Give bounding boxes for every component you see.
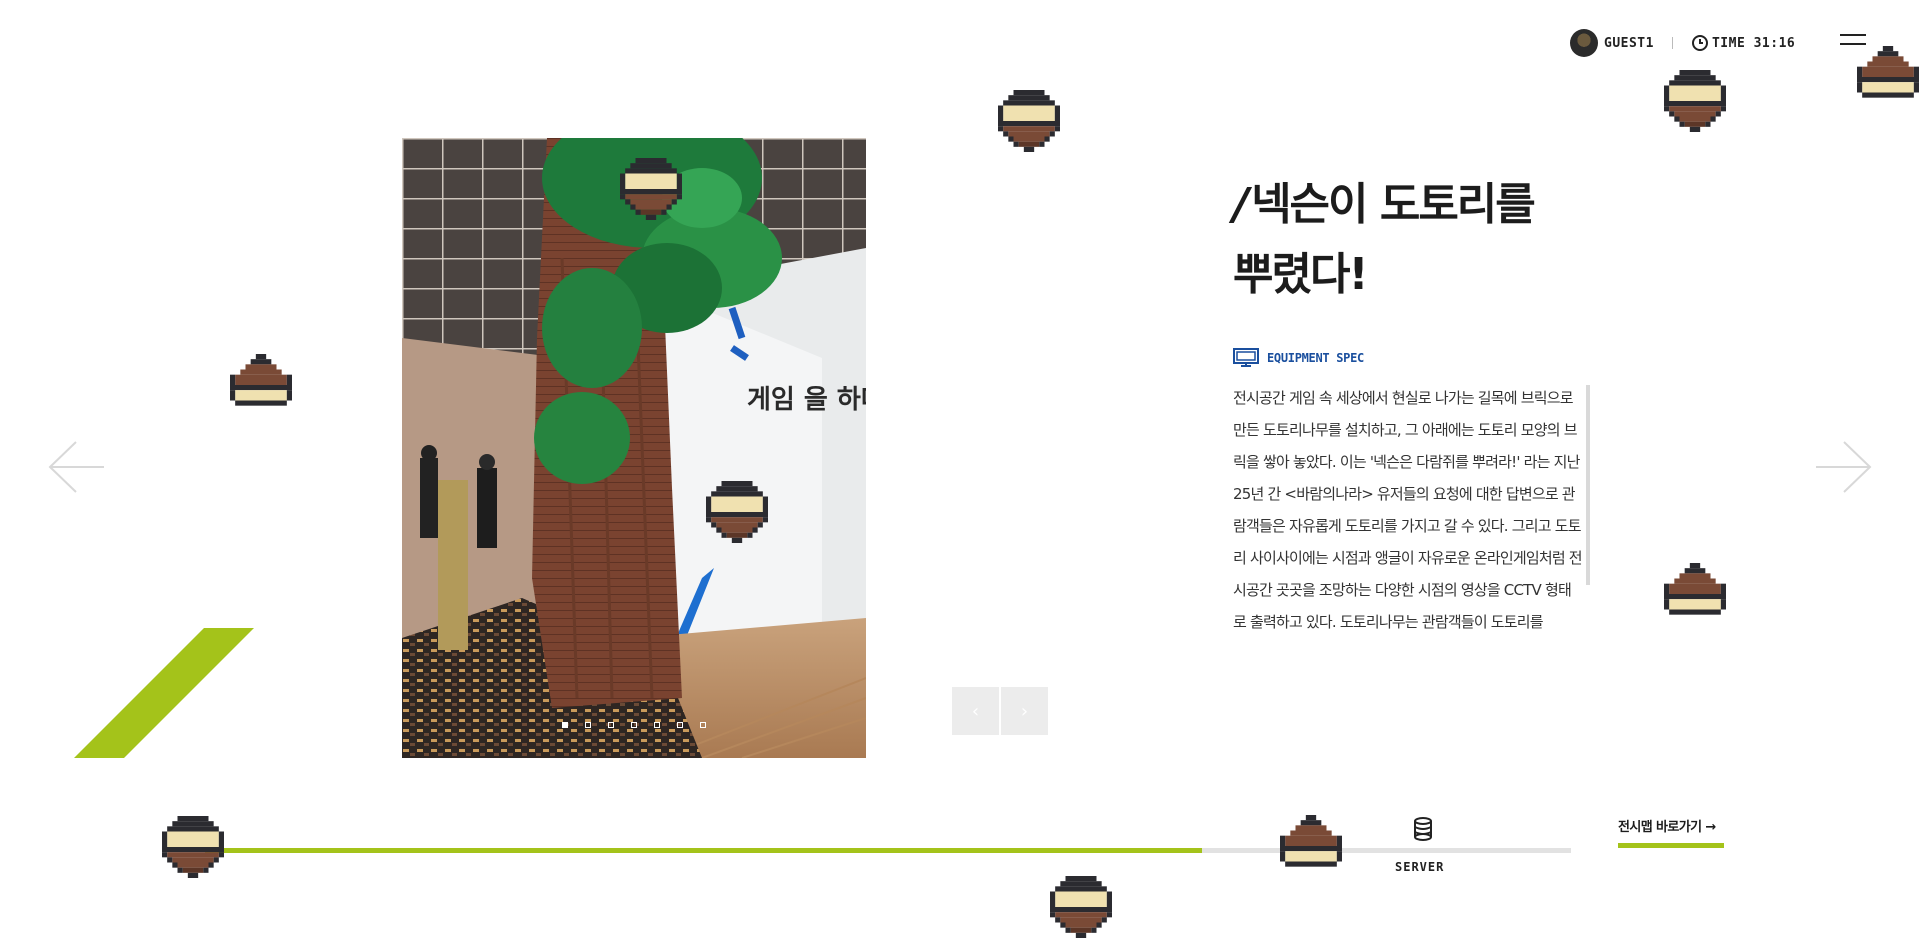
acorn-icon[interactable] [1664, 563, 1726, 625]
current-stage-label: SERVER [1395, 860, 1445, 874]
arrow-left-icon[interactable] [46, 440, 106, 494]
time-remaining: TIME 31:16 [1711, 35, 1796, 51]
slide-dot-3[interactable] [608, 722, 614, 728]
prev-slide-button[interactable]: ‹ [952, 687, 999, 735]
acorn-icon[interactable] [162, 816, 224, 878]
slide-dot-4[interactable] [631, 722, 637, 728]
slide-dot-1[interactable] [562, 722, 568, 728]
exhibit-title: /넥슨이 도토리를 뿌렸다! [1233, 170, 1633, 310]
decorative-green-stripe [74, 628, 254, 758]
spec-label: EQUIPMENT SPEC [1267, 351, 1364, 365]
acorn-icon[interactable] [1050, 876, 1112, 938]
slide-controls: ‹ › [952, 687, 1048, 735]
exhibit-photo: 게임 을 하다 [402, 138, 866, 758]
slide-dot-5[interactable] [654, 722, 660, 728]
description-scrollbar[interactable] [1586, 385, 1590, 585]
acorn-icon[interactable] [1664, 70, 1726, 132]
slide-dots [402, 722, 866, 728]
user-avatar[interactable] [1570, 29, 1598, 57]
exhibit-progress-track [205, 848, 1571, 853]
next-slide-button[interactable]: › [1001, 687, 1048, 735]
title-slash: / [1233, 179, 1249, 230]
acorn-icon[interactable] [230, 354, 292, 416]
acorn-icon[interactable] [1280, 815, 1342, 877]
equipment-spec-heading: EQUIPMENT SPEC [1233, 348, 1364, 368]
server-icon [1414, 817, 1432, 841]
title-line-2: 뿌렸다! [1233, 249, 1369, 300]
exhibit-progress-fill [205, 848, 1203, 853]
acorn-icon[interactable] [620, 158, 682, 220]
header-divider [1671, 37, 1673, 49]
acorn-icon[interactable] [1857, 46, 1919, 108]
exhibit-description: 전시공간 게임 속 세상에서 현실로 나가는 길목에 브릭으로 만든 도토리나무… [1233, 389, 1583, 631]
acorn-icon[interactable] [706, 481, 768, 543]
description-scroll-area[interactable]: 전시공간 게임 속 세상에서 현실로 나가는 길목에 브릭으로 만든 도토리나무… [1233, 382, 1589, 662]
user-name: GUEST1 [1604, 35, 1654, 51]
wall-text: 게임 을 하다 [747, 385, 866, 415]
top-bar: GUEST1 TIME 31:16 [1570, 26, 1795, 60]
slide-dot-2[interactable] [585, 722, 591, 728]
lego-tree-photo: 게임 을 하다 [402, 138, 866, 758]
arrow-right-icon[interactable] [1814, 440, 1874, 494]
computer-icon [1233, 348, 1259, 367]
acorn-icon[interactable] [998, 90, 1060, 152]
slide-dot-6[interactable] [677, 722, 683, 728]
clock-icon [1691, 35, 1708, 51]
exhibit-map-link[interactable]: 전시맵 바로가기 → [1618, 816, 1724, 848]
title-line-1: 넥슨이 도토리를 [1251, 179, 1536, 230]
slide-dot-7[interactable] [700, 722, 706, 728]
